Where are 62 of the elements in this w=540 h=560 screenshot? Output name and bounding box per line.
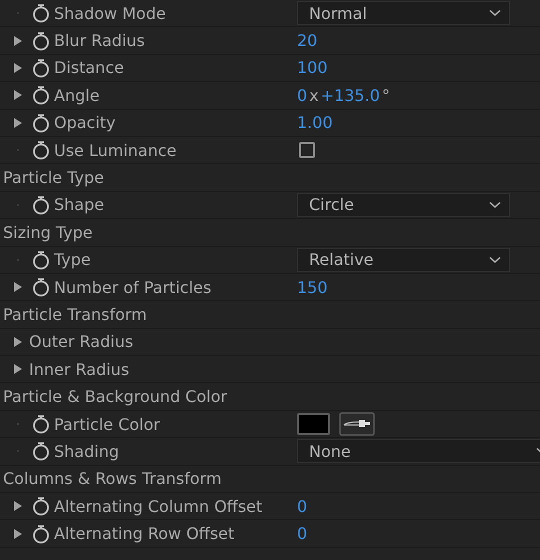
- chevron-icon: [489, 256, 501, 264]
- eyedropper-icon[interactable]: [339, 412, 375, 436]
- stopwatch-icon[interactable]: [32, 85, 50, 106]
- property-label: Opacity: [54, 113, 116, 132]
- property-value[interactable]: 100: [297, 58, 328, 78]
- property-value[interactable]: 0: [297, 496, 308, 516]
- section-header: Particle Type: [2, 168, 104, 188]
- stopwatch-icon[interactable]: [32, 58, 50, 78]
- dropdown[interactable]: None: [297, 439, 540, 464]
- color-swatch[interactable]: [297, 413, 330, 436]
- property-value[interactable]: 20: [297, 31, 318, 50]
- twirl-arrow-icon[interactable]: [13, 89, 23, 102]
- twirl-arrow-icon[interactable]: [13, 34, 23, 47]
- stopwatch-icon[interactable]: [32, 496, 50, 516]
- property-label: Number of Particles: [54, 278, 212, 297]
- property-group-label: Outer Radius: [29, 332, 134, 352]
- twirl-arrow-icon[interactable]: [13, 281, 23, 294]
- twirl-arrow-icon[interactable]: [13, 62, 23, 74]
- twirl-arrow-icon[interactable]: [13, 116, 23, 129]
- twirl-arrow-icon[interactable]: [13, 363, 23, 376]
- property-label: Distance: [54, 58, 124, 78]
- stopwatch-icon[interactable]: [32, 3, 50, 24]
- section-header: Particle Transform: [2, 304, 147, 324]
- property-label: Alternating Column Offset: [54, 496, 262, 516]
- chevron-icon: [489, 9, 501, 18]
- stopwatch-icon[interactable]: [32, 441, 50, 462]
- property-label: Shape: [54, 195, 104, 214]
- section-header: Columns & Rows Transform: [2, 469, 222, 488]
- property-group-label: Inner Radius: [29, 360, 130, 379]
- section-header: Particle & Background Color: [2, 387, 228, 406]
- property-label: Shading: [54, 442, 119, 461]
- twirl-arrow-icon[interactable]: [13, 336, 23, 348]
- twirl-arrow-icon[interactable]: [13, 500, 23, 512]
- unit-label: °: [382, 86, 390, 105]
- dropdown[interactable]: Relative: [297, 248, 510, 272]
- property-value[interactable]: 150: [297, 278, 328, 297]
- stopwatch-icon[interactable]: [32, 30, 50, 51]
- section-header: Sizing Type: [2, 222, 93, 242]
- property-value[interactable]: 1.00: [297, 113, 333, 132]
- stopwatch-icon[interactable]: [32, 250, 50, 270]
- dropdown[interactable]: Circle: [297, 192, 510, 217]
- property-label: Alternating Row Offset: [54, 524, 234, 544]
- twirl-arrow-icon[interactable]: [13, 528, 23, 540]
- revolutions-value[interactable]: 0: [297, 86, 308, 105]
- chevron-icon: [489, 200, 501, 209]
- property-label: Use Luminance: [54, 140, 177, 160]
- property-label: Shadow Mode: [54, 4, 166, 23]
- property-value[interactable]: 0: [297, 524, 308, 544]
- unit-label: x: [309, 86, 319, 105]
- checkbox[interactable]: [299, 142, 315, 158]
- stopwatch-icon[interactable]: [32, 524, 50, 544]
- dropdown[interactable]: Normal: [297, 1, 510, 26]
- property-label: Blur Radius: [54, 31, 145, 50]
- property-label: Type: [54, 250, 91, 270]
- stopwatch-icon[interactable]: [32, 277, 50, 298]
- property-label: Angle: [54, 86, 100, 105]
- stopwatch-icon[interactable]: [32, 194, 50, 215]
- stopwatch-icon[interactable]: [32, 414, 50, 434]
- stopwatch-icon[interactable]: [32, 140, 50, 160]
- property-label: Particle Color: [54, 414, 160, 434]
- stopwatch-icon[interactable]: [32, 112, 50, 133]
- degrees-value[interactable]: +135.0: [320, 86, 380, 105]
